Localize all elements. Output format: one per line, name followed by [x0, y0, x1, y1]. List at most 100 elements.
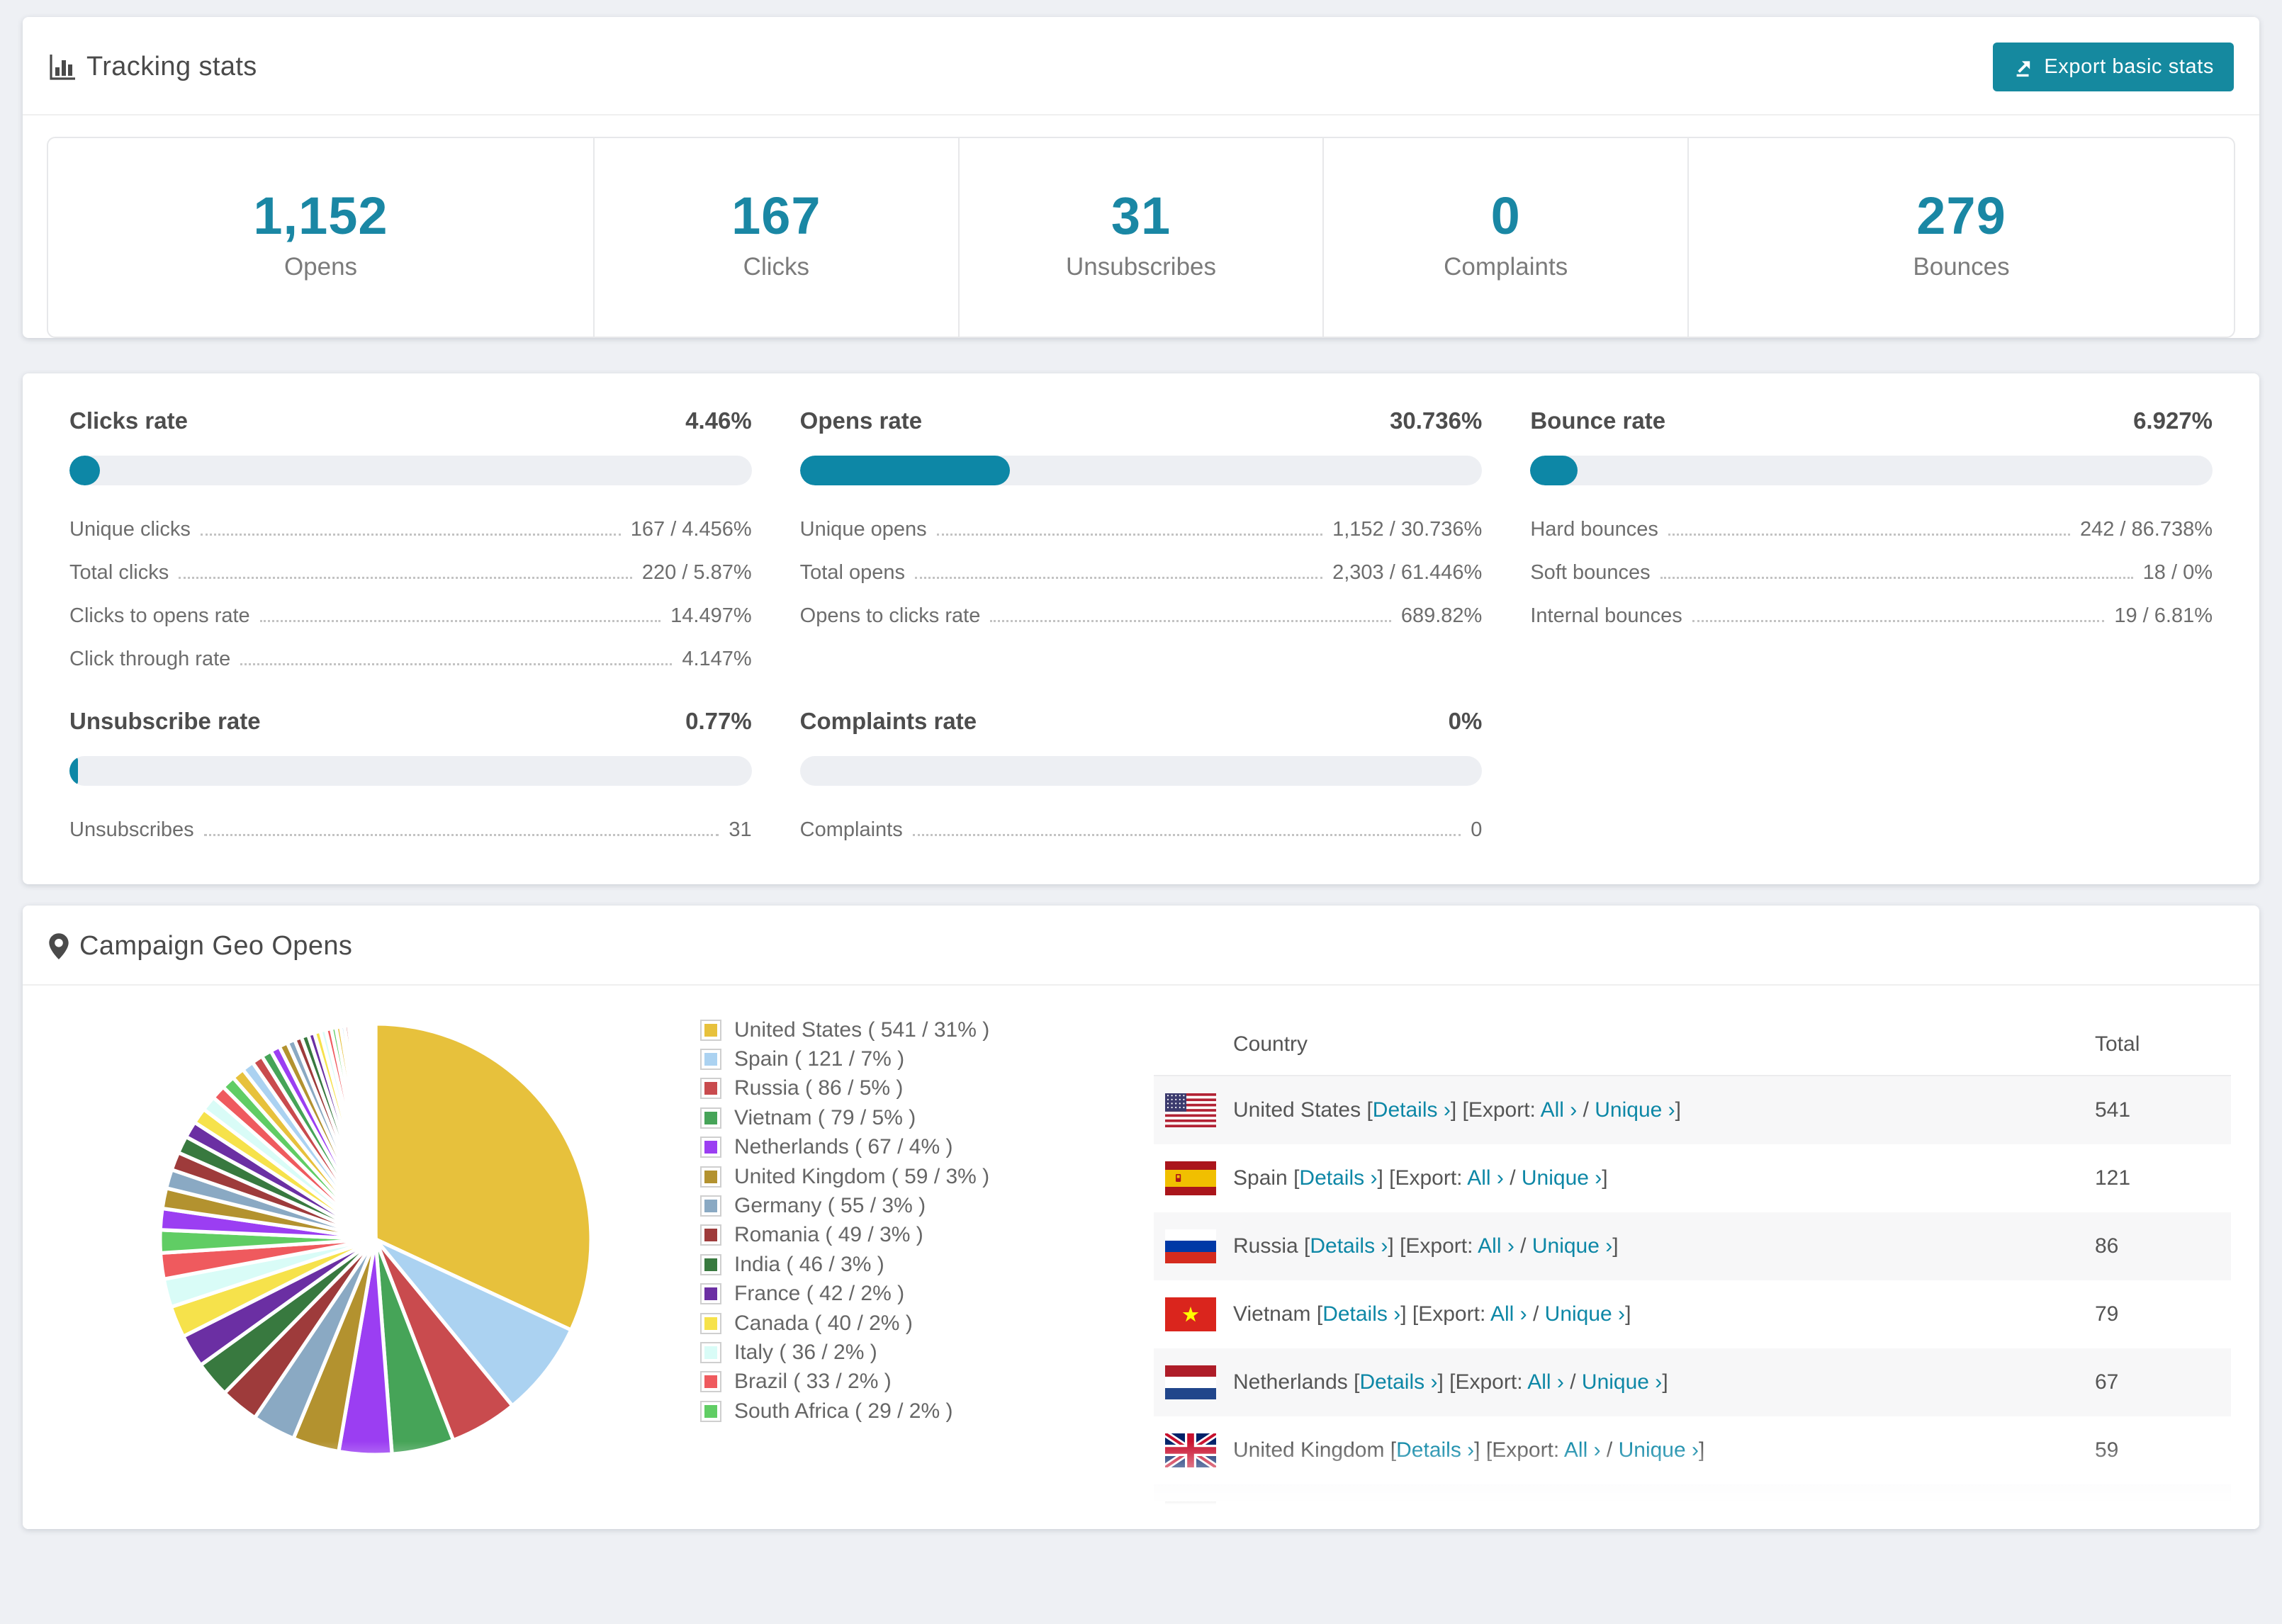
export-all-link[interactable]: All ›	[1478, 1234, 1514, 1258]
rate-title: Clicks rate	[69, 407, 188, 434]
country-name: United Kingdom	[1233, 1438, 1385, 1462]
rate-value: 4.46%	[685, 407, 752, 434]
details-link[interactable]: Details ›	[1373, 1098, 1451, 1122]
export-prefix: Export:	[1395, 1166, 1463, 1190]
legend-label: Canada ( 40 / 2% )	[734, 1311, 913, 1335]
dotted-leader	[936, 534, 1323, 536]
legend-swatch	[700, 1341, 721, 1363]
export-unique-link[interactable]: Unique ›	[1619, 1438, 1699, 1462]
export-unique-link[interactable]: Unique ›	[1555, 1506, 1635, 1529]
counter-opens: 1,152 Opens	[48, 138, 593, 337]
geo-opens-card: Campaign Geo Opens United States ( 541 /…	[23, 906, 2259, 1529]
legend-swatch	[700, 1283, 721, 1305]
stat-label: Unique opens	[799, 518, 927, 541]
rate-value: 30.736%	[1390, 407, 1483, 434]
export-prefix: Export:	[1455, 1370, 1523, 1394]
counter-value: 167	[731, 186, 821, 245]
counter-label: Clicks	[743, 252, 809, 281]
empty-column	[1506, 708, 2237, 842]
dotted-leader	[200, 534, 621, 536]
details-link[interactable]: Details ›	[1332, 1506, 1410, 1529]
tracking-stats-card: Tracking stats Export basic stats 1,152 O…	[23, 17, 2259, 338]
country-name: Germany	[1233, 1506, 1321, 1529]
legend-label: Spain ( 121 / 7% )	[734, 1047, 905, 1071]
rate-panel-clicks-rate: Clicks rate 4.46% Unique clicks 167 / 4.456…	[45, 407, 776, 671]
stat-value: 689.82%	[1400, 604, 1483, 627]
export-all-link[interactable]: All ›	[1500, 1506, 1537, 1529]
counters-box: 1,152 Opens 167 Clicks 31 Unsubscribes 0 Compla…	[47, 137, 2235, 338]
export-icon	[2016, 60, 2030, 77]
legend-item: Romania ( 49 / 3% )	[700, 1221, 1137, 1250]
country-total: 79	[2095, 1302, 2119, 1326]
legend-swatch	[700, 1312, 721, 1334]
export-unique-link[interactable]: Unique ›	[1545, 1302, 1625, 1326]
rate-panel-complaints-rate: Complaints rate 0% Complaints 0	[776, 708, 1507, 842]
stat-label: Total opens	[799, 561, 905, 584]
legend-swatch	[700, 1195, 721, 1217]
counter-clicks: 167 Clicks	[593, 138, 958, 337]
export-unique-link[interactable]: Unique ›	[1582, 1370, 1662, 1394]
stat-row: Soft bounces 18 / 0%	[1530, 561, 2213, 585]
flag-nl-icon	[1165, 1365, 1216, 1399]
export-prefix: Export:	[1492, 1438, 1560, 1462]
export-prefix: Export:	[1405, 1234, 1473, 1258]
export-basic-stats-button[interactable]: Export basic stats	[1993, 43, 2234, 91]
rate-title: Bounce rate	[1530, 407, 1666, 434]
stat-row: Hard bounces 242 / 86.738%	[1530, 518, 2213, 541]
legend-label: United Kingdom ( 59 / 3% )	[734, 1164, 990, 1188]
rates-row-2: Unsubscribe rate 0.77% Unsubscribes 31 Compl…	[45, 708, 2237, 842]
rate-panel-unsubscribe-rate: Unsubscribe rate 0.77% Unsubscribes 31	[45, 708, 776, 842]
details-link[interactable]: Details ›	[1299, 1166, 1377, 1190]
counter-complaints: 0 Complaints	[1322, 138, 1687, 337]
export-unique-link[interactable]: Unique ›	[1532, 1234, 1612, 1258]
legend-item: Brazil ( 33 / 2% )	[700, 1368, 1137, 1397]
geo-title-text: Campaign Geo Opens	[79, 931, 353, 961]
rates-card: Clicks rate 4.46% Unique clicks 167 / 4.456…	[23, 373, 2259, 884]
export-all-link[interactable]: All ›	[1541, 1098, 1578, 1122]
export-unique-link[interactable]: Unique ›	[1522, 1166, 1602, 1190]
legend-label: Netherlands ( 67 / 4% )	[734, 1135, 953, 1159]
export-unique-link[interactable]: Unique ›	[1595, 1098, 1675, 1122]
country-total: 121	[2095, 1166, 2131, 1190]
legend-swatch	[700, 1049, 721, 1071]
legend-swatch	[700, 1371, 721, 1393]
flag-gb-icon	[1165, 1433, 1216, 1467]
stat-row: Unsubscribes 31	[69, 818, 752, 842]
geo-table: Country Total United States [Details ›] …	[1154, 1014, 2231, 1529]
legend-swatch	[700, 1253, 721, 1275]
geo-body: United States ( 541 / 31% ) Spain ( 121 /…	[23, 986, 2259, 1529]
export-all-link[interactable]: All ›	[1467, 1166, 1504, 1190]
stat-value: 18 / 0%	[2142, 561, 2213, 584]
legend-label: Vietnam ( 79 / 5% )	[734, 1105, 916, 1129]
country-name: United States	[1233, 1098, 1361, 1122]
geo-pie-chart	[51, 1014, 700, 1465]
dotted-leader	[912, 834, 1461, 836]
country-name: Spain	[1233, 1166, 1288, 1190]
details-link[interactable]: Details ›	[1359, 1370, 1437, 1394]
stat-value: 1,152 / 30.736%	[1332, 518, 1483, 541]
details-link[interactable]: Details ›	[1396, 1438, 1474, 1462]
geo-header: Campaign Geo Opens	[23, 906, 2259, 986]
export-all-link[interactable]: All ›	[1490, 1302, 1527, 1326]
rate-value: 6.927%	[2133, 407, 2213, 434]
dotted-leader	[1692, 620, 2105, 622]
export-all-link[interactable]: All ›	[1564, 1438, 1601, 1462]
export-prefix: Export:	[1468, 1098, 1536, 1122]
geo-table-row-de: Germany [Details ›] [Export: All › / Uni…	[1154, 1484, 2231, 1529]
country-total: 67	[2095, 1370, 2119, 1394]
export-all-link[interactable]: All ›	[1527, 1370, 1564, 1394]
dotted-leader	[179, 577, 632, 579]
legend-label: South Africa ( 29 / 2% )	[734, 1399, 953, 1423]
bar-chart-icon	[48, 53, 77, 81]
stat-label: Internal bounces	[1530, 604, 1682, 627]
stat-label: Total clicks	[69, 561, 169, 584]
counter-label: Unsubscribes	[1065, 252, 1217, 281]
details-link[interactable]: Details ›	[1322, 1302, 1400, 1326]
details-link[interactable]: Details ›	[1310, 1234, 1388, 1258]
legend-swatch	[700, 1166, 721, 1188]
stat-value: 2,303 / 61.446%	[1332, 561, 1483, 584]
stat-value: 167 / 4.456%	[630, 518, 752, 541]
flag-es-icon	[1165, 1161, 1216, 1195]
flag-us-icon	[1165, 1093, 1216, 1127]
export-prefix: Export:	[1428, 1506, 1496, 1529]
